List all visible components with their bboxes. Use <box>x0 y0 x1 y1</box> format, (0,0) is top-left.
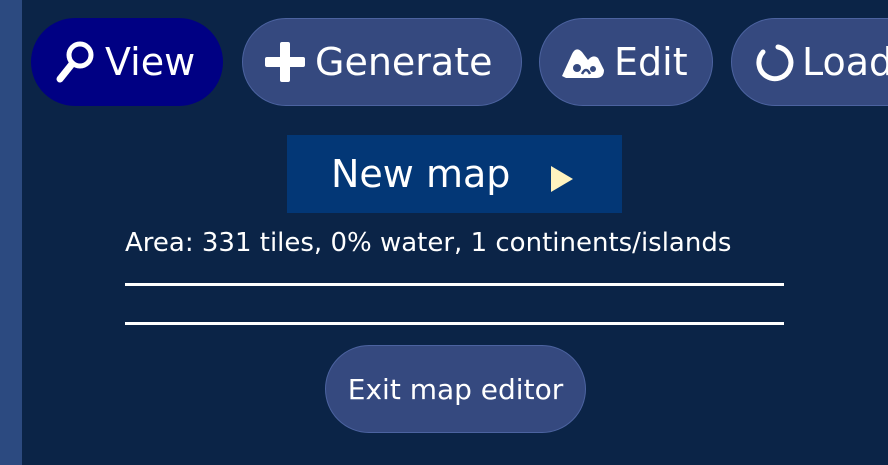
exit-map-editor-button[interactable]: Exit map editor <box>325 345 586 433</box>
divider <box>125 322 784 325</box>
play-arrow-icon <box>549 159 575 203</box>
map-area-info: Area: 331 tiles, 0% water, 1 continents/… <box>125 228 732 258</box>
tab-view-label: View <box>105 40 196 84</box>
map-editor-panel: View Generate Edit Load New map Area: 33… <box>0 0 888 465</box>
new-map-label: New map <box>331 152 511 196</box>
tab-load-label: Load <box>802 40 888 84</box>
exit-map-editor-label: Exit map editor <box>347 372 564 406</box>
editor-tab-bar: View Generate Edit Load <box>0 18 888 108</box>
divider <box>125 283 784 286</box>
terrain-edit-icon <box>560 42 606 82</box>
load-spinner-icon <box>754 42 794 82</box>
new-map-button[interactable]: New map <box>287 135 622 213</box>
tab-generate[interactable]: Generate <box>242 18 522 106</box>
tab-view[interactable]: View <box>31 18 223 106</box>
tab-load[interactable]: Load <box>731 18 888 106</box>
magnifier-icon <box>55 39 97 85</box>
tab-generate-label: Generate <box>315 40 493 84</box>
plus-icon <box>263 40 307 84</box>
tab-edit[interactable]: Edit <box>539 18 713 106</box>
tab-edit-label: Edit <box>614 40 688 84</box>
